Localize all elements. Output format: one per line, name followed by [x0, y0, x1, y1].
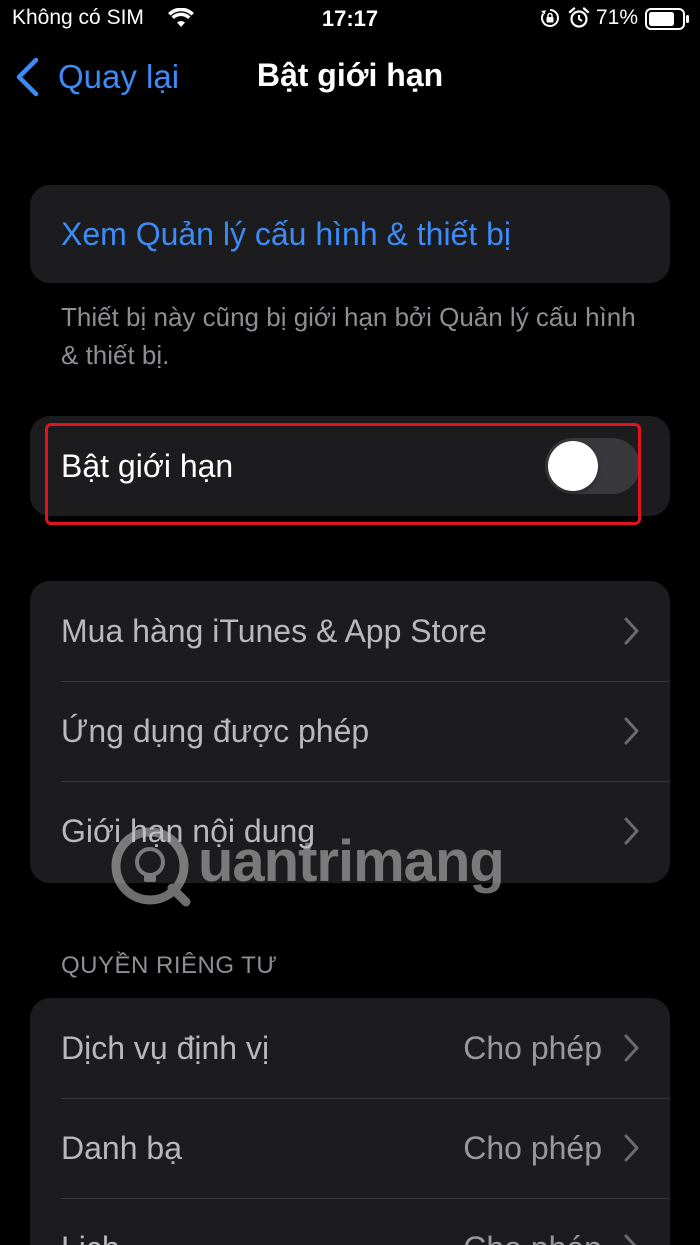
profile-management-link[interactable]: Xem Quản lý cấu hình & thiết bị	[30, 185, 670, 283]
battery-icon	[645, 8, 689, 30]
restrictions-options-group: Mua hàng iTunes & App Store Ứng dụng đượ…	[30, 581, 670, 883]
profile-management-label: Xem Quản lý cấu hình & thiết bị	[61, 215, 512, 252]
list-item-label: Ứng dụng được phép	[61, 712, 370, 749]
profile-management-group: Xem Quản lý cấu hình & thiết bị	[30, 185, 670, 283]
alarm-icon	[568, 7, 590, 28]
screen: Không có SIM 17:17 71% Quay lại Bật giới…	[0, 0, 700, 1245]
battery-percent: 71%	[596, 6, 639, 29]
list-item-content-restrictions[interactable]: Giới hạn nội dung	[30, 781, 670, 881]
page-title: Bật giới hạn	[0, 57, 700, 94]
lock-rotation-icon	[541, 9, 559, 27]
list-item-label: Danh bạ	[61, 1129, 182, 1166]
chevron-right-icon	[624, 617, 639, 645]
list-item-label: Mua hàng iTunes & App Store	[61, 612, 487, 649]
clock: 17:17	[321, 6, 379, 31]
list-item-calendar[interactable]: Lịch Cho phép	[30, 1198, 670, 1245]
list-item-location-services[interactable]: Dịch vụ định vị Cho phép	[30, 998, 670, 1098]
list-item-value: Cho phép	[463, 1029, 602, 1066]
list-item-allowed-apps[interactable]: Ứng dụng được phép	[30, 681, 670, 781]
profile-footnote: Thiết bị này cũng bị giới hạn bởi Quản l…	[61, 302, 636, 370]
page-title-text: Bật giới hạn	[256, 57, 444, 93]
list-item-label: Lịch	[61, 1230, 120, 1245]
chevron-right-icon	[624, 717, 639, 745]
restrictions-label: Bật giới hạn	[61, 447, 234, 484]
restrictions-group: Bật giới hạn	[30, 416, 670, 516]
list-item-itunes-purchases[interactable]: Mua hàng iTunes & App Store	[30, 581, 670, 681]
chevron-right-icon	[624, 1234, 637, 1245]
privacy-group: Dịch vụ định vị Cho phép Danh bạ Cho phé…	[30, 998, 670, 1245]
list-item-label: Dịch vụ định vị	[61, 1029, 270, 1066]
restrictions-row: Bật giới hạn	[30, 416, 670, 516]
list-item-contacts[interactable]: Danh bạ Cho phép	[30, 1098, 670, 1198]
chevron-right-icon	[624, 817, 639, 845]
list-item-value: Cho phép	[463, 1230, 602, 1245]
privacy-section-header: QUYỀN RIÊNG TƯ	[61, 952, 278, 979]
chevron-right-icon	[624, 1134, 639, 1162]
status-bar: Không có SIM 17:17 71%	[0, 0, 700, 40]
list-item-value: Cho phép	[463, 1129, 602, 1166]
chevron-right-icon	[624, 1034, 639, 1062]
restrictions-switch[interactable]	[545, 438, 640, 494]
list-item-label: Giới hạn nội dung	[61, 812, 316, 849]
switch-knob	[548, 441, 598, 491]
